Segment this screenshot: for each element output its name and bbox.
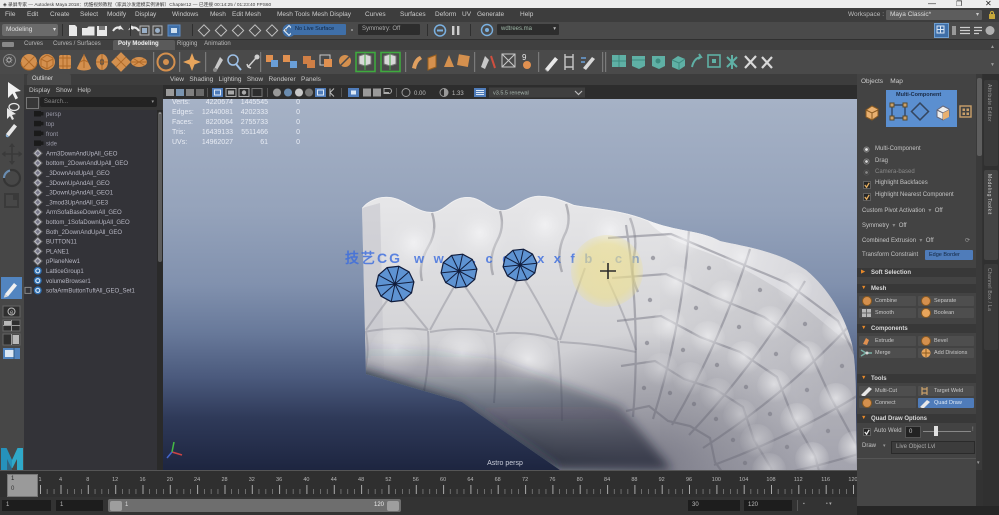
svg-text:5511466: 5511466 [241,129,268,136]
svg-text:BUTTON11: BUTTON11 [46,240,77,246]
svg-text:bottom_2DownAndUpAll_GEO: bottom_2DownAndUpAll_GEO [46,161,128,167]
svg-text:Tris:: Tris: [172,129,185,136]
svg-text:0.00: 0.00 [414,91,426,97]
svg-text:sofaArmButtonTuftAll_GEO_Set1: sofaArmButtonTuftAll_GEO_Set1 [46,289,135,295]
svg-text:_3DownAndUpAll_GEO: _3DownAndUpAll_GEO [45,171,110,177]
svg-text:108: 108 [766,477,775,483]
svg-text:front: front [46,132,58,138]
svg-text:56: 56 [413,477,419,483]
svg-text:_3mod3UpAndAll_GE3: _3mod3UpAndAll_GE3 [45,200,109,206]
svg-text:92: 92 [659,477,665,483]
svg-text:12: 12 [112,477,118,483]
svg-text:32: 32 [249,477,255,483]
svg-text:8: 8 [86,477,89,483]
svg-text:68: 68 [495,477,501,483]
svg-text:4202333: 4202333 [241,109,268,116]
svg-text:_3DownUpAndAll_GEO: _3DownUpAndAll_GEO [45,181,110,187]
svg-text:40: 40 [303,477,309,483]
svg-text:Verts:: Verts: [172,99,190,106]
svg-text:84: 84 [604,477,610,483]
svg-text:Both_2DownAndUpAll_GEO: Both_2DownAndUpAll_GEO [46,230,122,236]
svg-text:0: 0 [296,119,300,126]
svg-text:Faces:: Faces: [172,119,193,126]
svg-text:0: 0 [296,139,300,146]
svg-text:0: 0 [296,109,300,116]
svg-text:80: 80 [577,477,583,483]
svg-text:64: 64 [467,477,473,483]
svg-text:120: 120 [848,477,857,483]
svg-text:v3.5.5 renewal: v3.5.5 renewal [493,91,529,97]
svg-text:4220674: 4220674 [206,99,233,106]
svg-text:16439133: 16439133 [202,129,233,136]
svg-text:44: 44 [331,477,337,483]
svg-text:20: 20 [167,477,173,483]
svg-text:9: 9 [522,53,527,62]
svg-text:2755733: 2755733 [241,119,268,126]
svg-text:技艺CG: 技艺CG [345,250,402,266]
svg-text:_3DownUpAndAll_GEO1: _3DownUpAndAll_GEO1 [45,191,114,197]
svg-text:pPlaneNew1: pPlaneNew1 [46,259,81,265]
svg-text:side: side [46,142,58,148]
svg-text:Astro persp: Astro persp [487,460,523,467]
svg-text:104: 104 [739,477,748,483]
svg-text:0: 0 [296,99,300,106]
svg-text:volumeBrowser1: volumeBrowser1 [46,279,91,285]
svg-text:24: 24 [194,477,200,483]
svg-text:8220064: 8220064 [206,119,233,126]
svg-text:96: 96 [686,477,692,483]
svg-text:16: 16 [139,477,145,483]
svg-text:72: 72 [522,477,528,483]
svg-text:36: 36 [276,477,282,483]
svg-text:0: 0 [296,129,300,136]
svg-text:60: 60 [440,477,446,483]
svg-text:top: top [46,122,55,128]
svg-text:52: 52 [385,477,391,483]
svg-text:4: 4 [59,477,62,483]
svg-text:12440081: 12440081 [202,109,233,116]
svg-text:76: 76 [549,477,555,483]
svg-text:88: 88 [631,477,637,483]
svg-text:112: 112 [794,477,803,483]
svg-text:PLANE1: PLANE1 [46,249,70,255]
svg-text:1.33: 1.33 [452,91,464,97]
svg-text:ArmSofaBaseDownAll_GEO: ArmSofaBaseDownAll_GEO [46,210,122,216]
svg-text:bottom_1SofaDownUpAll_GEO: bottom_1SofaDownUpAll_GEO [46,220,130,226]
svg-text:Arm3DownAndUpAll_GEO: Arm3DownAndUpAll_GEO [46,151,118,157]
svg-text:1445545: 1445545 [241,99,268,106]
svg-text:1: 1 [38,477,41,483]
svg-text:116: 116 [821,477,830,483]
svg-text:persp: persp [46,112,62,118]
svg-text:14962027: 14962027 [202,139,233,146]
svg-text:61: 61 [260,139,268,146]
svg-text:100: 100 [712,477,721,483]
svg-text:Edges:: Edges: [172,109,194,116]
svg-text:LatticeGroup1: LatticeGroup1 [46,269,84,275]
svg-text:28: 28 [221,477,227,483]
svg-text:48: 48 [358,477,364,483]
svg-text:UVs:: UVs: [172,139,187,146]
